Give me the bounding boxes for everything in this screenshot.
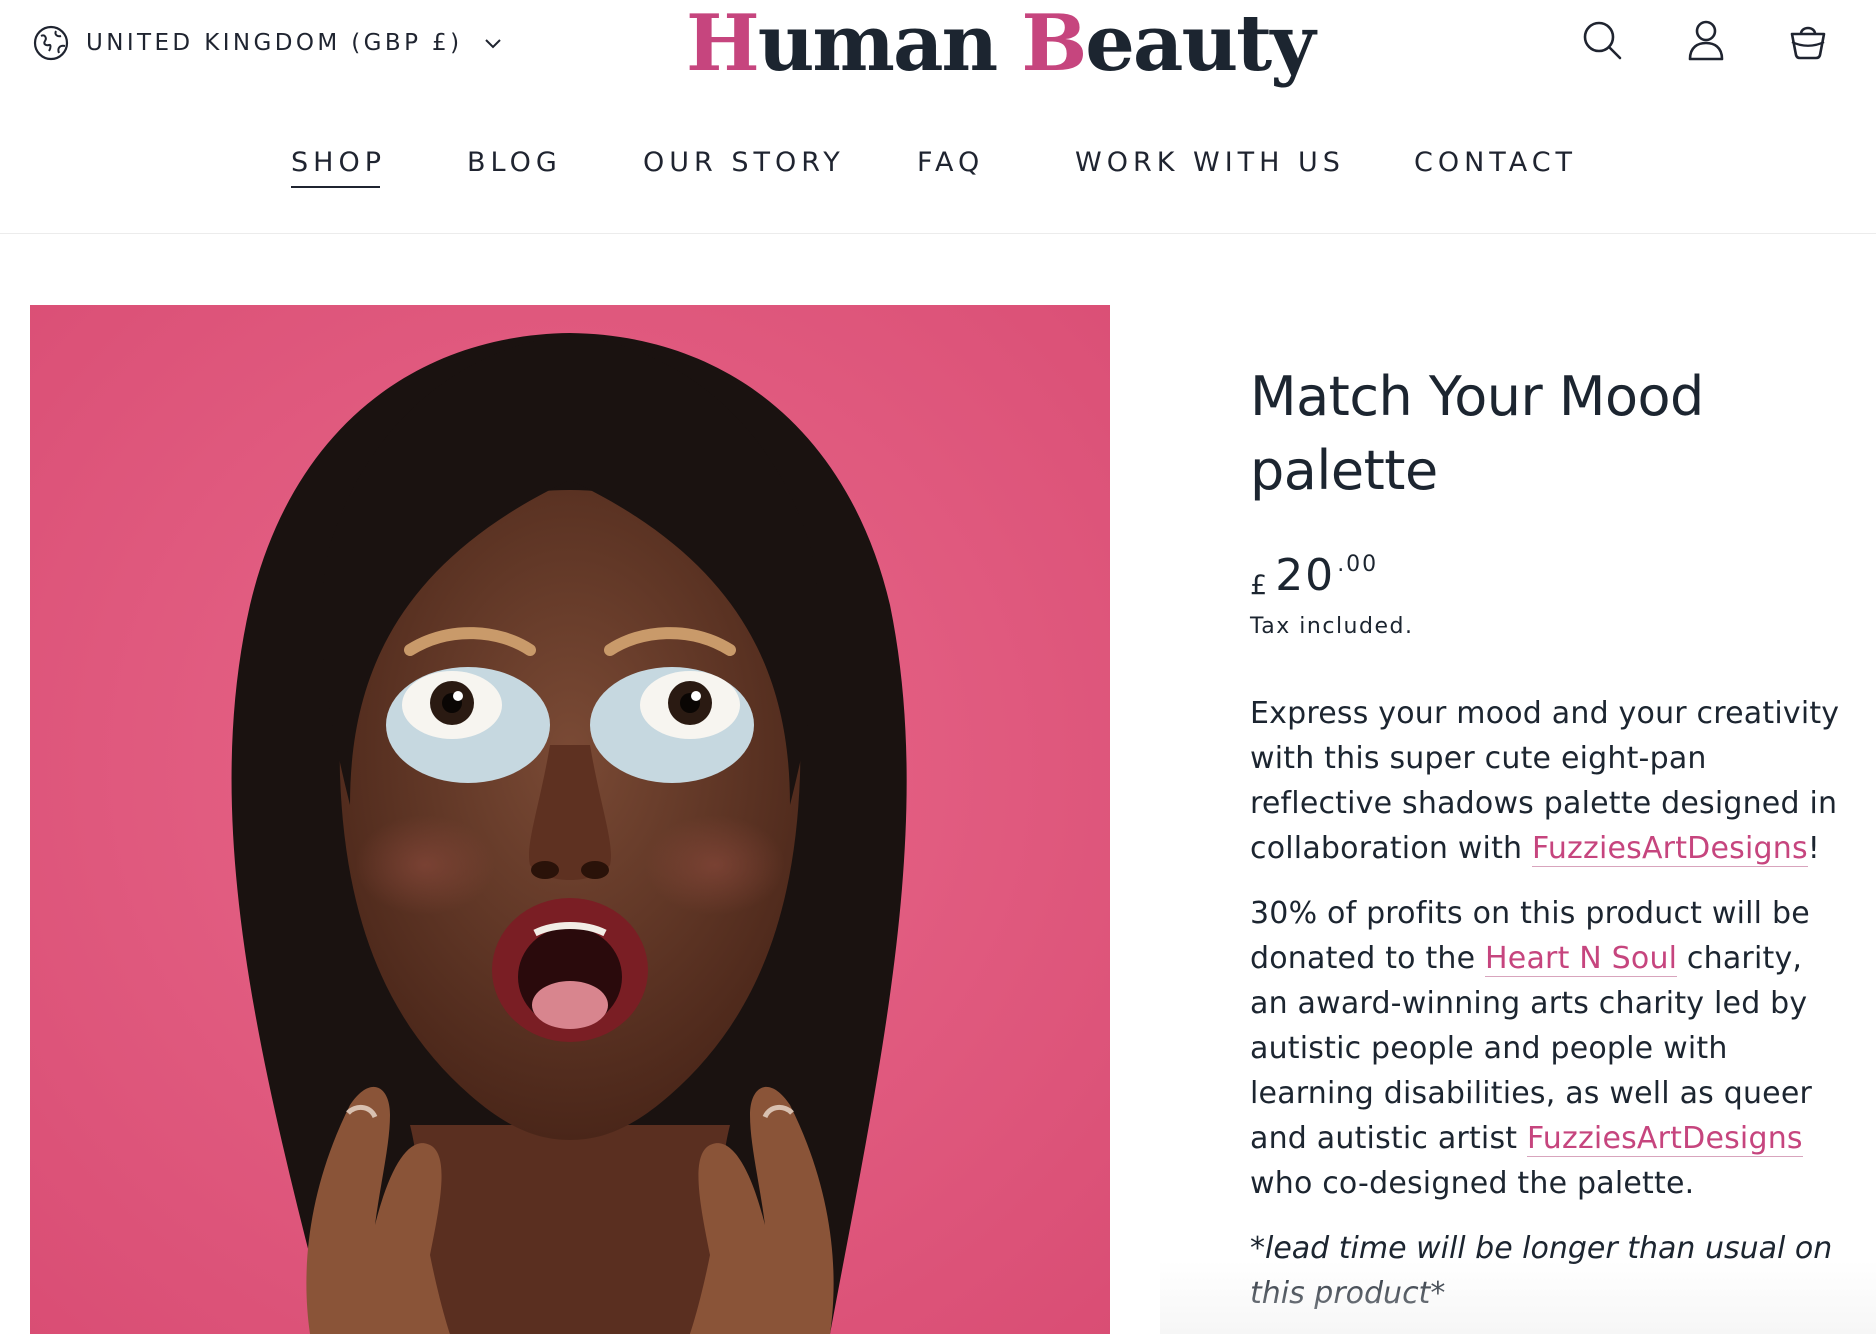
product-photo-illustration (30, 305, 1110, 1334)
site-logo[interactable]: Human Beauty (686, 0, 1316, 94)
nav-item-faq[interactable]: FAQ (917, 140, 984, 186)
search-button[interactable] (1578, 18, 1626, 66)
nav-item-work-with-us[interactable]: WORK WITH US (1075, 140, 1345, 186)
description-1-end: ! (1807, 831, 1821, 866)
globe-icon (32, 24, 70, 62)
nav-item-blog[interactable]: BLOG (467, 140, 562, 186)
search-icon (1581, 19, 1623, 65)
product-title-line-2: palette (1250, 439, 1438, 502)
description-2-text-c: who co-designed the palette. (1250, 1166, 1695, 1201)
account-button[interactable] (1682, 18, 1730, 66)
nav-item-our-story[interactable]: OUR STORY (643, 140, 845, 186)
heart-n-soul-link[interactable]: Heart N Soul (1485, 941, 1678, 977)
tax-note: Tax included. (1250, 614, 1414, 639)
fuzzies-art-designs-link[interactable]: FuzziesArtDesigns (1532, 831, 1808, 867)
product-price: £ 20 .00 (1250, 550, 1846, 606)
logo-word-human: uman (757, 0, 1022, 89)
product-image[interactable] (30, 305, 1110, 1334)
account-icon (1687, 19, 1725, 65)
logo-letter-b: B (1021, 0, 1087, 89)
description-paragraph-2: 30% of profits on this product will be d… (1250, 891, 1846, 1206)
cart-button[interactable] (1784, 18, 1832, 66)
description-paragraph-1: Express your mood and your creativity wi… (1250, 691, 1846, 871)
price-amount: 20 (1275, 550, 1336, 601)
country-selector-label: UNITED KINGDOM (GBP £) (86, 30, 463, 56)
nav-item-contact[interactable]: CONTACT (1414, 140, 1577, 186)
country-selector[interactable]: UNITED KINGDOM (GBP £) (32, 24, 504, 62)
product-title-line-1: Match Your Mood (1250, 365, 1704, 428)
price-cents: .00 (1337, 552, 1379, 577)
product-info: Match Your Mood palette £ 20 .00 Tax inc… (1250, 360, 1846, 1316)
fuzzies-art-designs-link-2[interactable]: FuzziesArtDesigns (1526, 1121, 1803, 1157)
logo-word-beauty: eauty (1085, 0, 1315, 89)
lead-time-note: *lead time will be longer than usual on … (1250, 1231, 1833, 1311)
product-title: Match Your Mood palette (1250, 360, 1846, 508)
logo-letter-h: H (686, 0, 760, 89)
product-description: Express your mood and your creativity wi… (1250, 691, 1846, 1206)
price-currency: £ (1250, 570, 1268, 601)
nav-item-shop[interactable]: SHOP (291, 140, 386, 188)
main-navigation: SHOP BLOG OUR STORY FAQ WORK WITH US CON… (0, 140, 1876, 188)
shopping-bag-icon (1788, 20, 1828, 64)
chevron-down-icon (482, 32, 504, 54)
site-header: UNITED KINGDOM (GBP £) Human Beauty SHOP… (0, 0, 1876, 234)
